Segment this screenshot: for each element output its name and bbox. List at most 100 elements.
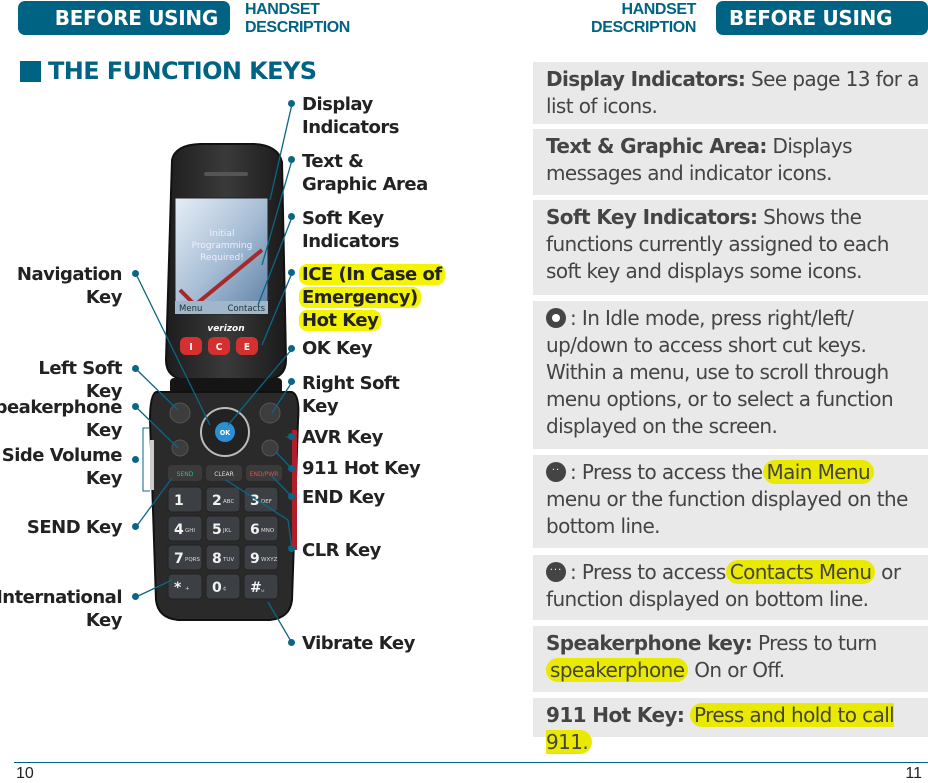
desc-soft-key-indicators: Soft Key Indicators: Shows the functions… <box>533 200 928 295</box>
callout-line: Indicators <box>302 231 399 252</box>
svg-text:C: C <box>216 342 223 353</box>
desc-term: Soft Key Indicators: <box>546 205 758 229</box>
callout-line: International <box>0 587 122 608</box>
callout-speakerphone-key: Speakerphone Key <box>0 396 122 442</box>
leader-dot <box>132 523 139 530</box>
keypad-letters: JKL <box>222 528 232 534</box>
leader-dot <box>288 465 295 472</box>
callout-end-key: END Key <box>302 486 385 509</box>
speakerphone-key[interactable] <box>171 439 189 457</box>
911-key[interactable] <box>261 439 279 457</box>
leader-dot <box>288 100 295 107</box>
svg-text:END/PWR: END/PWR <box>250 471 279 478</box>
side-volume-key[interactable] <box>150 440 154 490</box>
desc-text: Press to turn <box>752 631 877 655</box>
screen-line-2: Programming <box>192 241 253 251</box>
keypad-letters: WXYZ <box>261 557 278 563</box>
leader-dot <box>288 545 295 552</box>
keypad-digit: # <box>250 580 262 596</box>
leader-dot <box>132 365 139 372</box>
callout-line: Emergency) <box>299 287 421 308</box>
desc-text: menu or the function displayed on the bo… <box>546 487 908 538</box>
callout-line: Key <box>85 610 123 631</box>
desc-speakerphone-key: Speakerphone key: Press to turn speakerp… <box>533 626 928 692</box>
desc-highlight: Main Menu <box>762 460 875 484</box>
callout-line: Vibrate Key <box>302 633 415 654</box>
screen-soft-left: Menu <box>179 304 202 314</box>
callout-line: Text & <box>302 151 364 172</box>
right-soft-key-icon: ··· <box>546 562 566 582</box>
callout-line: Key <box>302 396 339 417</box>
keypad-digit: 9 <box>250 551 260 567</box>
keypad-letters: GHI <box>185 528 195 534</box>
callout-line: AVR Key <box>302 427 383 448</box>
callout-line: Key <box>85 468 123 489</box>
callout-soft-key-indicators: Soft Key Indicators <box>302 207 399 253</box>
screen-line-3: Required! <box>200 253 244 263</box>
callout-display-indicators: Display Indicators <box>302 93 399 139</box>
callout-line: Soft Key <box>302 208 384 229</box>
desc-term: Speakerphone key: <box>546 631 753 655</box>
leader-dot <box>132 270 139 277</box>
callout-ok-key: OK Key <box>302 337 373 360</box>
callout-side-volume-key: Side Volume Key <box>1 444 123 490</box>
desc-term: 911 Hot Key: <box>546 703 685 727</box>
callout-avr-key: AVR Key <box>302 426 383 449</box>
keypad-digit: 2 <box>212 493 222 509</box>
keypad-letters: TUV <box>222 557 234 563</box>
desc-navigation-key: : In Idle mode, press right/left/ up/dow… <box>533 301 928 449</box>
keypad-digit: 0 <box>212 580 222 596</box>
callout-911-hot-key: 911 Hot Key <box>302 457 421 480</box>
keypad-letters: + <box>185 586 190 592</box>
desc-highlight: Contacts Menu <box>725 560 876 584</box>
callout-line: Navigation <box>16 264 123 285</box>
desc-highlight: speakerphone <box>546 658 689 682</box>
leader-dot <box>288 156 295 163</box>
leader-dot <box>288 345 295 352</box>
desc-text-graphic-area: Text & Graphic Area: Displays messages a… <box>533 129 928 195</box>
leader-dot <box>288 213 295 220</box>
callout-international-key: International Key <box>0 586 122 632</box>
leader-dot <box>132 593 139 600</box>
svg-text:I: I <box>189 342 192 353</box>
earpiece <box>204 172 248 176</box>
screen-soft-right: Contacts <box>228 304 266 314</box>
desc-text: : In Idle mode, press right/left/ up/dow… <box>546 306 894 438</box>
keypad-digit: 1 <box>174 493 184 509</box>
callout-line: SEND Key <box>26 517 123 538</box>
callout-line: 911 Hot Key <box>302 458 421 479</box>
keypad-letters: ¢ <box>223 586 227 592</box>
keypad-digit: 5 <box>212 522 222 538</box>
callout-line: Side Volume <box>1 445 123 466</box>
callout-line: ICE (In Case of <box>299 264 445 285</box>
callout-line: Right Soft <box>302 373 400 394</box>
svg-text:OK: OK <box>220 429 231 437</box>
desc-term: Display Indicators: <box>546 67 746 91</box>
callout-navigation-key: Navigation Key <box>16 263 123 309</box>
keypad-letters: ␣ <box>261 586 265 592</box>
callout-line: Key <box>85 420 123 441</box>
keypad-digit: 8 <box>212 551 222 567</box>
callout-vibrate-key: Vibrate Key <box>302 632 415 655</box>
desc-text: : Press to access <box>570 560 726 584</box>
keypad-letters: PQRS <box>185 557 200 563</box>
callout-line: Hot Key <box>299 310 382 331</box>
callout-line: Speakerphone <box>0 397 122 418</box>
keypad-digit: 4 <box>174 522 184 538</box>
svg-text:CLEAR: CLEAR <box>214 471 234 478</box>
leader-dot <box>288 378 295 385</box>
callout-line: OK Key <box>302 338 373 359</box>
phone-flip: Initial Programming Required! Menu Conta… <box>164 143 288 381</box>
callout-clr-key: CLR Key <box>302 539 381 562</box>
desc-911-hot-key: 911 Hot Key: Press and hold to call 911. <box>533 698 928 754</box>
callout-right-soft-key: Right Soft Key <box>302 372 400 418</box>
callout-send-key: SEND Key <box>26 516 123 539</box>
leader-dot <box>288 639 295 646</box>
desc-text: : Press to access the <box>570 460 763 484</box>
leader-dot <box>288 269 295 276</box>
desc-left-soft-key: ··: Press to access the Main Menu menu or… <box>533 455 928 548</box>
desc-text: On or Off. <box>688 658 785 682</box>
left-soft-key-icon: ·· <box>546 462 566 482</box>
footer-rule <box>14 762 928 763</box>
callout-line: Display <box>302 94 373 115</box>
